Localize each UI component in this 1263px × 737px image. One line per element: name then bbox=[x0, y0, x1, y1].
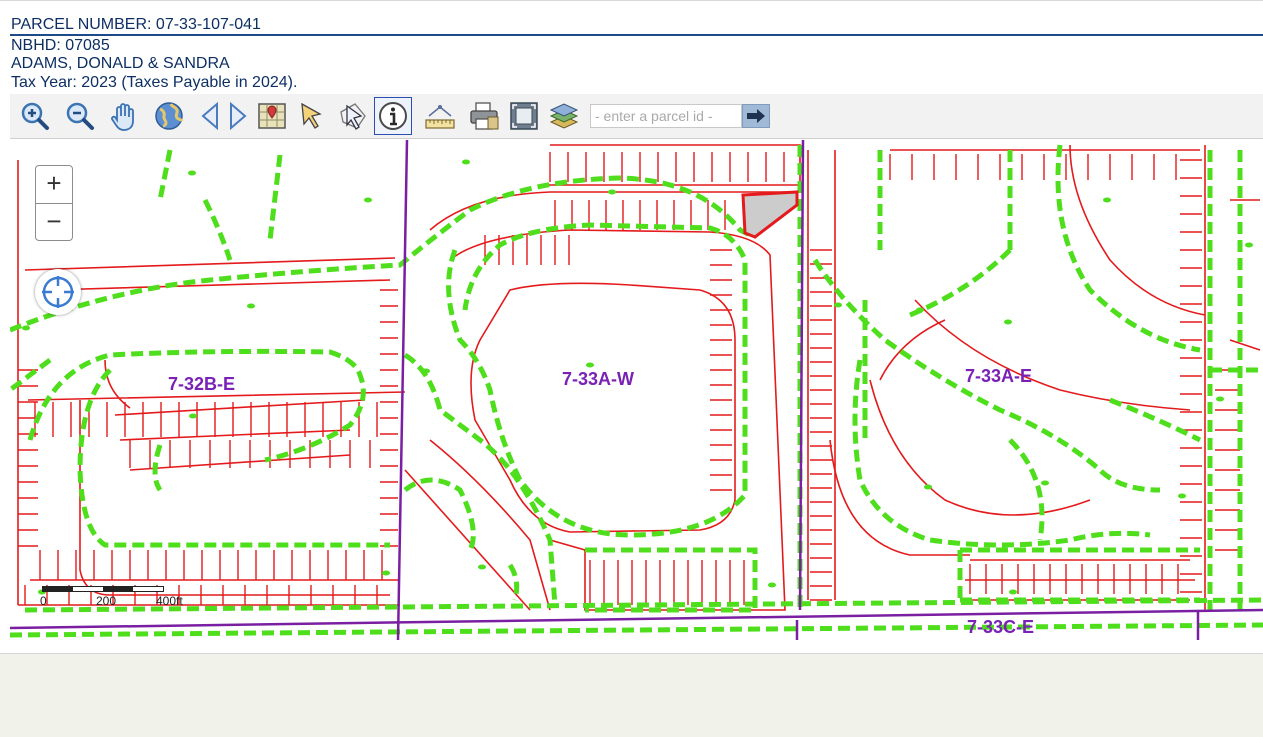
search-go-button[interactable] bbox=[742, 104, 770, 128]
arrow-polygon-icon bbox=[340, 103, 366, 130]
measure-tool[interactable] bbox=[421, 97, 459, 135]
fullscreen-tool[interactable] bbox=[505, 97, 543, 135]
scale-label-zero: 0 bbox=[40, 594, 47, 608]
parcel-map[interactable]: 7-32B-E 7-33A-W 7-33A-E 7-33C-E + − 0 20… bbox=[10, 140, 1263, 640]
selected-parcel[interactable] bbox=[741, 190, 799, 239]
pan-tool[interactable] bbox=[105, 97, 143, 135]
select-polygon-tool[interactable] bbox=[334, 97, 372, 135]
layers-icon bbox=[549, 103, 579, 129]
owner-name: ADAMS, DONALD & SANDRA bbox=[11, 55, 230, 72]
parcel-search bbox=[590, 104, 770, 128]
scale-label-end: 400ft bbox=[156, 594, 183, 608]
zoom-out-tool[interactable] bbox=[61, 97, 99, 135]
nbhd-label: 7-33A-E bbox=[965, 366, 1032, 386]
ruler-icon bbox=[425, 105, 455, 129]
layers-tool[interactable] bbox=[545, 97, 583, 135]
scale-bar: 0 200 400ft bbox=[40, 582, 200, 612]
select-map-tool[interactable] bbox=[253, 97, 291, 135]
map-canvas[interactable]: 7-32B-E 7-33A-W 7-33A-E 7-33C-E bbox=[10, 140, 1263, 640]
nbhd-label: 7-33C-E bbox=[967, 617, 1034, 637]
tax-year: Tax Year: 2023 (Taxes Payable in 2024). bbox=[11, 74, 298, 91]
arrow-right-icon bbox=[747, 109, 765, 123]
zoom-in-tool[interactable] bbox=[16, 97, 54, 135]
triangle-right-icon bbox=[230, 101, 247, 131]
locate-button[interactable] bbox=[35, 269, 81, 315]
nbhd-label: 7-33A-W bbox=[562, 369, 634, 389]
scale-label-mid: 200 bbox=[96, 594, 117, 608]
select-tool[interactable] bbox=[293, 97, 331, 135]
print-tool[interactable] bbox=[465, 97, 503, 135]
zoom-control: + − bbox=[35, 165, 73, 241]
printer-icon bbox=[470, 102, 499, 130]
globe-icon bbox=[155, 102, 184, 130]
crosshair-icon bbox=[42, 276, 74, 308]
parcel-viewer-panel: PARCEL NUMBER: 07-33-107-041 NBHD: 07085… bbox=[0, 1, 1263, 654]
map-zoom-in-button[interactable]: + bbox=[36, 166, 72, 204]
identify-tool[interactable] bbox=[374, 97, 412, 135]
magnifier-minus-icon bbox=[66, 102, 94, 130]
hand-icon bbox=[111, 103, 134, 131]
neighborhood: NBHD: 07085 bbox=[11, 37, 110, 54]
scale-graphic bbox=[42, 586, 164, 592]
map-pin-icon bbox=[258, 103, 286, 129]
parcel-id-input[interactable] bbox=[590, 104, 742, 128]
parcel-number: PARCEL NUMBER: 07-33-107-041 bbox=[11, 16, 261, 33]
map-zoom-out-button[interactable]: − bbox=[36, 204, 72, 241]
next-extent-tool[interactable] bbox=[218, 97, 256, 135]
nbhd-label: 7-32B-E bbox=[168, 374, 235, 394]
neighborhood-labels: 7-32B-E 7-33A-W 7-33A-E 7-33C-E bbox=[168, 366, 1034, 637]
magnifier-plus-icon bbox=[21, 102, 49, 130]
info-icon bbox=[379, 102, 407, 130]
arrow-select-icon bbox=[301, 102, 322, 129]
full-extent-tool[interactable] bbox=[150, 97, 188, 135]
fullscreen-icon bbox=[510, 102, 538, 130]
header-rule bbox=[10, 34, 1263, 36]
map-toolbar bbox=[10, 94, 1263, 139]
